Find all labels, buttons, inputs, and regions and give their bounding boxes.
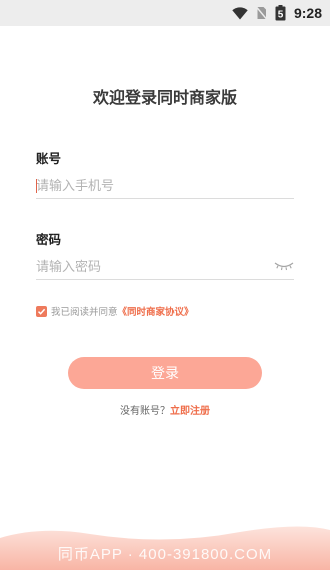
register-row: 没有账号？立即注册 — [0, 402, 330, 417]
agreement-checkbox[interactable] — [36, 305, 47, 317]
register-link[interactable]: 立即注册 — [170, 406, 210, 417]
password-label: 密码 — [36, 232, 62, 247]
page-title: 欢迎登录同时商家版 — [92, 88, 237, 107]
battery-level: 5 — [278, 10, 284, 21]
agreement-link[interactable]: 《同时商家协议》 — [118, 304, 194, 318]
checkmark-icon — [37, 308, 46, 315]
account-field — [36, 175, 294, 199]
agreement-row: 我已阅读并同意 《同时商家协议》 — [36, 304, 194, 318]
agreement-text: 我已阅读并同意 — [51, 307, 118, 318]
battery-icon: 5 — [275, 5, 286, 21]
footer-watermark: 同币APP · 400-391800.COM — [57, 546, 273, 563]
login-button[interactable]: 登录 — [68, 357, 262, 389]
text-caret — [36, 179, 37, 193]
status-bar: 5 9:28 — [0, 0, 330, 26]
status-icons: 5 9:28 — [232, 4, 322, 22]
phone-input[interactable] — [36, 175, 294, 198]
account-label: 账号 — [36, 151, 62, 166]
eye-closed-icon[interactable] — [274, 260, 294, 272]
wifi-icon — [232, 6, 248, 19]
login-screen: 5 9:28 欢迎登录同时商家版 账号 密码 我已阅读并同意 《同时商家协议》 … — [0, 0, 330, 570]
clock: 9:28 — [293, 5, 322, 21]
password-field — [36, 256, 294, 280]
password-input[interactable] — [36, 256, 266, 279]
register-prompt: 没有账号？ — [120, 406, 170, 417]
no-sim-icon — [255, 6, 267, 20]
